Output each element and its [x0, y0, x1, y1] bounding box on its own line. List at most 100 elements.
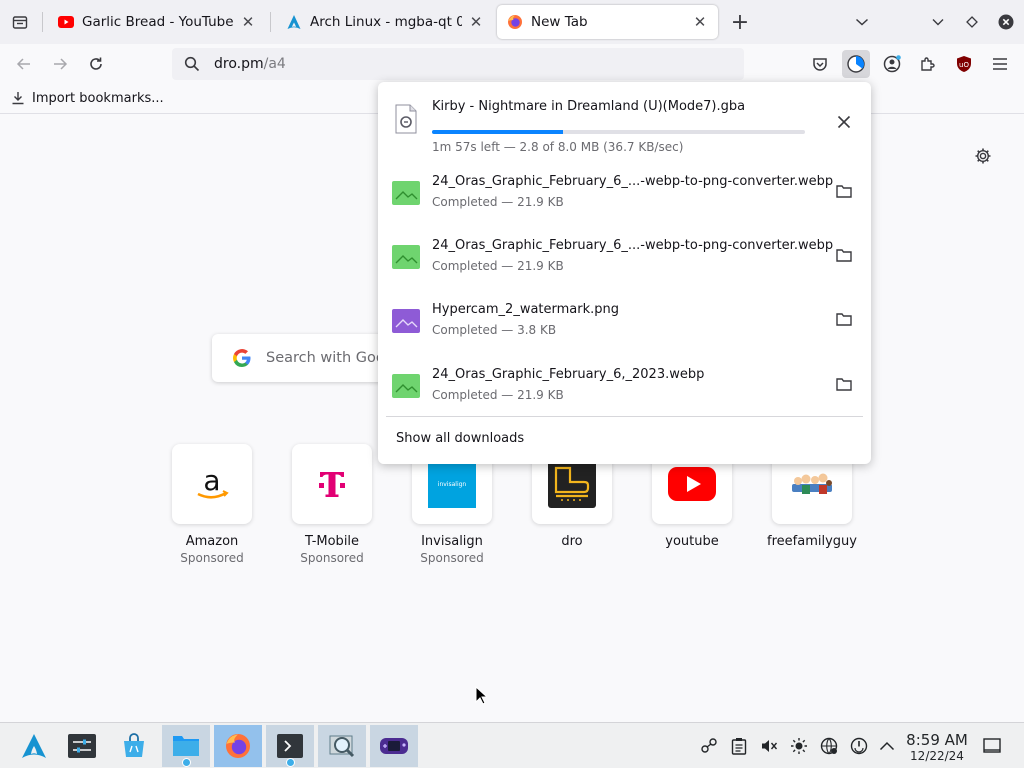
digital-clock[interactable]: 8:59 AM 12/22/24 [900, 731, 974, 763]
import-icon [10, 90, 26, 106]
download-item[interactable]: 24_Oras_Graphic_February_6,_2023.webp Co… [378, 352, 871, 416]
chevron-up-icon [879, 741, 895, 751]
show-in-folder-button[interactable] [833, 373, 855, 395]
firefox-view-button[interactable] [8, 10, 32, 34]
taskbar-dolphin[interactable] [162, 725, 210, 767]
taskbar-firefox[interactable] [214, 725, 262, 767]
taskbar-konsole[interactable] [266, 725, 314, 767]
clipboard-icon[interactable] [730, 737, 748, 755]
download-filename: 24_Oras_Graphic_February_6,_2023.webp [432, 367, 705, 382]
download-progress-icon [847, 55, 865, 73]
image-file-icon [392, 309, 420, 333]
clock-time: 8:59 AM [906, 731, 968, 749]
list-all-tabs-button[interactable] [850, 10, 874, 34]
download-item[interactable]: Kirby - Nightmare in Dreamland (U)(Mode7… [378, 92, 871, 156]
close-icon[interactable]: ✕ [468, 13, 484, 31]
shortcut-name: youtube [665, 534, 719, 549]
gameboy-advance-icon [380, 738, 408, 754]
back-button[interactable] [12, 52, 36, 76]
show-desktop-button[interactable] [983, 737, 1001, 755]
taskbar-image-viewer[interactable] [318, 725, 366, 767]
extensions-button[interactable] [914, 50, 942, 78]
close-icon[interactable]: ✕ [240, 13, 256, 31]
svg-text:a: a [203, 464, 220, 497]
shopping-bag-icon [124, 733, 144, 757]
sponsored-label: Sponsored [300, 551, 364, 565]
taskbar-system-settings[interactable] [58, 725, 106, 767]
image-file-icon [392, 245, 420, 269]
invisalign-logo-text: invisalign [437, 480, 467, 488]
show-in-folder-button[interactable] [833, 244, 855, 266]
download-status: Completed — 3.8 KB [432, 323, 557, 337]
downloads-panel: Kirby - Nightmare in Dreamland (U)(Mode7… [378, 82, 871, 464]
import-bookmarks-button[interactable]: Import bookmarks... [10, 90, 164, 106]
power-profile-icon[interactable] [850, 737, 868, 755]
shortcut-name: T-Mobile [304, 534, 360, 549]
taskbar: 8:59 AM 12/22/24 [0, 722, 1024, 768]
shortcut-name: Amazon [185, 534, 239, 549]
shortcut-tmobile[interactable]: T-Mobile Sponsored [282, 444, 382, 565]
brightness-icon[interactable] [790, 737, 808, 755]
search-placeholder: Search with Goo [266, 350, 385, 366]
account-icon [883, 55, 901, 73]
new-tab-button[interactable]: + [728, 10, 752, 35]
tab-separator [42, 12, 43, 32]
tab-title: Garlic Bread - YouTube [82, 14, 234, 30]
download-progress-fill [432, 130, 563, 134]
google-icon [233, 349, 251, 367]
pocket-button[interactable] [806, 50, 834, 78]
personalize-button[interactable] [972, 145, 994, 167]
minimize-button[interactable] [928, 12, 948, 32]
tab-strip: Garlic Bread - YouTube ✕ Arch Linux - mg… [0, 0, 1024, 44]
ublock-button[interactable]: uO [950, 50, 978, 78]
sponsored-label: Sponsored [420, 551, 484, 565]
download-progress-bar [432, 130, 805, 134]
tab-arch-linux[interactable]: Arch Linux - mgba-qt 0.10. ✕ [276, 5, 494, 39]
show-in-folder-button[interactable] [833, 180, 855, 202]
desktop-icon [983, 738, 1001, 753]
shortcut-name: Invisalign [421, 534, 483, 549]
menu-button[interactable] [986, 50, 1014, 78]
volume-muted-icon[interactable] [760, 737, 778, 755]
folder-icon [836, 185, 852, 198]
account-button[interactable] [878, 50, 906, 78]
folder-icon [836, 313, 852, 326]
svg-text:uO: uO [959, 61, 969, 69]
search-icon [184, 56, 200, 72]
clock-date: 12/22/24 [910, 749, 964, 763]
reload-button[interactable] [84, 52, 108, 76]
maximize-button[interactable] [962, 12, 982, 32]
forward-button[interactable] [48, 52, 72, 76]
shortcut-amazon[interactable]: a Amazon Sponsored [162, 444, 262, 565]
url-text[interactable]: dro.pm/a4 [214, 56, 286, 72]
sponsored-label: Sponsored [180, 551, 244, 565]
download-item[interactable]: Hypercam_2_watermark.png Completed — 3.8… [378, 288, 871, 352]
taskbar-discover[interactable] [110, 725, 158, 767]
url-bar[interactable]: dro.pm/a4 [172, 48, 744, 80]
tab-separator [270, 12, 271, 32]
application-launcher-button[interactable] [10, 725, 58, 767]
download-filename: Kirby - Nightmare in Dreamland (U)(Mode7… [432, 99, 746, 114]
close-icon[interactable]: ✕ [692, 13, 708, 31]
terminal-icon [277, 734, 303, 758]
download-item[interactable]: 24_Oras_Graphic_February_6_...-webp-to-p… [378, 224, 871, 288]
show-hidden-icons-button[interactable] [878, 737, 896, 755]
downloads-button[interactable] [842, 50, 870, 78]
show-in-folder-button[interactable] [833, 308, 855, 330]
download-item[interactable]: 24_Oras_Graphic_February_6_...-webp-to-p… [378, 160, 871, 224]
kde-connect-icon[interactable] [700, 737, 718, 755]
download-status: Completed — 21.9 KB [432, 259, 564, 273]
tab-garlic-bread[interactable]: Garlic Bread - YouTube ✕ [48, 5, 266, 39]
amazon-logo: a [172, 444, 252, 524]
back-arrow-icon [16, 58, 30, 70]
network-icon[interactable] [820, 737, 838, 755]
close-icon [998, 14, 1014, 30]
url-host: dro.pm [214, 56, 264, 72]
window-close-button[interactable] [996, 12, 1016, 32]
ublock-shield-icon: uO [957, 56, 971, 72]
show-all-downloads-button[interactable]: Show all downloads [396, 431, 524, 446]
taskbar-mgba[interactable] [370, 725, 418, 767]
folder-icon [173, 736, 199, 756]
cancel-download-button[interactable] [833, 111, 855, 133]
tab-new-tab[interactable]: New Tab ✕ [497, 5, 718, 39]
